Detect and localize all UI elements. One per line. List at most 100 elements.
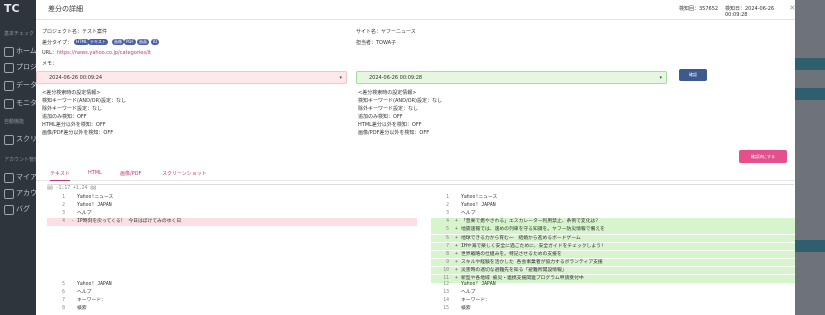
diff-line: 15 検索 <box>431 305 795 313</box>
diff-line: 14 キーワード： <box>431 297 795 305</box>
user-icon <box>4 173 14 183</box>
line-number: 6 <box>62 290 65 296</box>
tab-image-pdf[interactable]: 画像/PDF <box>120 170 141 177</box>
line-number: 6 <box>446 235 449 241</box>
line-number: 1 <box>62 195 65 200</box>
line-number: 7 <box>62 298 65 304</box>
line-text: 「音楽で癒やされる」エスカレーター利用禁止、条例で変化は？ <box>461 219 601 225</box>
detected-at: 検知日：2024-06-26 00:09:28 <box>725 6 775 18</box>
diff-line: 5 Yahoo! JAPAN <box>47 281 417 289</box>
sidebar-item-monitor[interactable]: モニタ <box>0 96 36 112</box>
tab-text[interactable]: テキスト <box>50 170 70 181</box>
line-text: キーワード： <box>77 298 106 304</box>
right-settings: <差分検索時の設定情報> 検知キーワード(AND/OR)設定：なし 除外キーワード設… <box>358 90 443 136</box>
sidebar-section-label: 基本チェック <box>4 31 35 37</box>
line-text: Yahoo! JAPAN <box>77 282 112 287</box>
chevron-down-icon: ▾ <box>339 75 342 81</box>
sidebar-item-data[interactable]: データ <box>0 78 36 94</box>
line-number: 1 <box>446 195 449 200</box>
diff-line: 8 検索 <box>47 305 417 313</box>
diff-line: 3 ヘルプ <box>431 210 795 218</box>
line-number: 15 <box>443 306 449 312</box>
left-settings: <差分検索時の設定情報> 検知キーワード(AND/OR)設定：なし 除外キーワード設… <box>42 90 127 136</box>
chevron-down-icon: ▾ <box>659 75 662 81</box>
diff-line-added: 7 + IHや海で楽しく安全に過ごために、安全ガイドをチェックしよう！ <box>431 242 795 251</box>
close-icon[interactable]: × <box>789 3 795 12</box>
badge-id: ID <box>151 39 160 45</box>
line-number: 7 <box>446 243 449 249</box>
sidebar-section-label: 自動機能 <box>4 119 25 125</box>
sidebar-item-account[interactable]: アカウ <box>0 186 36 202</box>
badge-pdf: PDF <box>124 39 136 45</box>
tab-html[interactable]: HTML <box>88 170 102 176</box>
line-number: 4 <box>446 219 449 225</box>
modal-header: 差分の詳細 検知回：357652 検知日：2024-06-26 00:09:28… <box>36 0 795 20</box>
line-number: 4 <box>62 219 65 225</box>
users-icon <box>4 189 14 199</box>
gear-icon <box>4 63 14 73</box>
line-text: Yahoo!ニュース <box>77 195 114 200</box>
line-number: 14 <box>443 298 449 304</box>
background-bar <box>795 88 825 100</box>
sidebar-item-myaccount[interactable]: マイア <box>0 170 36 186</box>
background-bar <box>795 58 825 70</box>
confirm-button[interactable]: 確認 <box>679 69 707 81</box>
camera-icon <box>4 135 14 145</box>
diff-line: 1 Yahoo!ニュース <box>431 194 795 202</box>
line-text: ヘルプ <box>461 211 476 217</box>
hunk-header: @@ -1,17 +1,24 @@ <box>47 186 97 191</box>
sidebar-item-screenshot[interactable]: スクリー <box>0 132 36 148</box>
line-number: 3 <box>62 211 65 217</box>
sidebar-section-label: アカウント管理 <box>4 157 40 163</box>
left-datetime-select[interactable]: 2024-06-26 00:09:24 ▾ <box>36 71 347 84</box>
background-content-right <box>795 0 825 315</box>
diff-line-added: 5 + 地震速報では、速めの列車を守る知識を。ヤフー防災情報で備えを <box>431 226 795 234</box>
app-logo: TC <box>0 0 40 18</box>
line-text: 災害時の適切な避難先を知る「避難所開設情報」 <box>461 267 567 273</box>
line-number: 13 <box>443 290 449 296</box>
site-url-link[interactable]: https://news.yahoo.co.jp/categories/it <box>57 50 151 56</box>
diff-line: 7 キーワード： <box>47 297 417 305</box>
line-text: ヘルプ <box>77 290 92 296</box>
line-text: 検索 <box>77 306 87 312</box>
badge-text: テキスト <box>88 39 108 45</box>
diff-type-label: 差分タイプ： <box>42 40 73 46</box>
line-number: 8 <box>62 306 65 312</box>
diff-line: 2 Yahoo! JAPAN <box>47 202 417 210</box>
mail-icon <box>4 205 14 215</box>
sidebar-item-bug[interactable]: バグ <box>0 202 36 218</box>
mark-checked-button[interactable]: 確認済にする <box>739 150 787 163</box>
line-number: 8 <box>446 251 449 257</box>
line-text: IHや海で楽しく安全に過ごために、安全ガイドをチェックしよう！ <box>461 243 606 249</box>
badge-image: 画像 <box>112 39 124 45</box>
diff-line-added: 6 + 地球できる力から育む一 結婚から進めるボードゲーム <box>431 234 795 243</box>
diff-line: 2 Yahoo! JAPAN <box>431 202 795 210</box>
line-number: 2 <box>62 203 65 209</box>
line-text: スキルや経験を活かした 各会事業者が協力するボランティア支援 <box>461 259 603 265</box>
modal-title: 差分の詳細 <box>48 5 83 13</box>
sidebar-item-projects[interactable]: プロジ <box>0 60 36 76</box>
line-number: 3 <box>446 211 449 217</box>
memo-label: メモ： <box>42 61 58 67</box>
tab-screenshot[interactable]: スクリーンショット <box>162 170 207 177</box>
diff-line-added: 9 + スキルや経験を活かした 各会事業者が協力するボランティア支援 <box>431 258 795 267</box>
line-number: 12 <box>443 282 449 287</box>
project-name: プロジェクト名：テスト案件 <box>42 29 108 35</box>
line-text: 検索 <box>461 306 471 312</box>
line-number: 5 <box>446 227 449 233</box>
diff-line-added: 4 + 「音楽で癒やされる」エスカレーター利用禁止、条例で変化は？ <box>431 218 795 226</box>
home-icon <box>4 47 14 57</box>
assignee: 担当者：TOWA子 <box>356 40 397 46</box>
site-name: サイト名：ヤフーニュース <box>356 29 416 35</box>
diff-detail-modal: 差分の詳細 検知回：357652 検知日：2024-06-26 00:09:28… <box>36 0 795 315</box>
right-datetime-select[interactable]: 2024-06-26 00:09:28 ▾ <box>356 71 667 84</box>
line-text: IP時刻を戻ってくる！ 今日はぼけてみのゆく日 <box>77 219 182 225</box>
line-text: Yahoo! JAPAN <box>461 282 496 287</box>
diff-line-removed: 4- IP時刻を戻ってくる！ 今日はぼけてみのゆく日 <box>47 218 417 226</box>
badge-screen: 画面 <box>137 39 149 45</box>
line-text: Yahoo! JAPAN <box>77 203 112 209</box>
sidebar-item-home[interactable]: ホーム <box>0 44 36 60</box>
url-label: URL：https://news.yahoo.co.jp/categories/… <box>42 50 151 56</box>
line-number: 10 <box>443 267 449 273</box>
line-text: Yahoo!ニュース <box>461 195 498 200</box>
